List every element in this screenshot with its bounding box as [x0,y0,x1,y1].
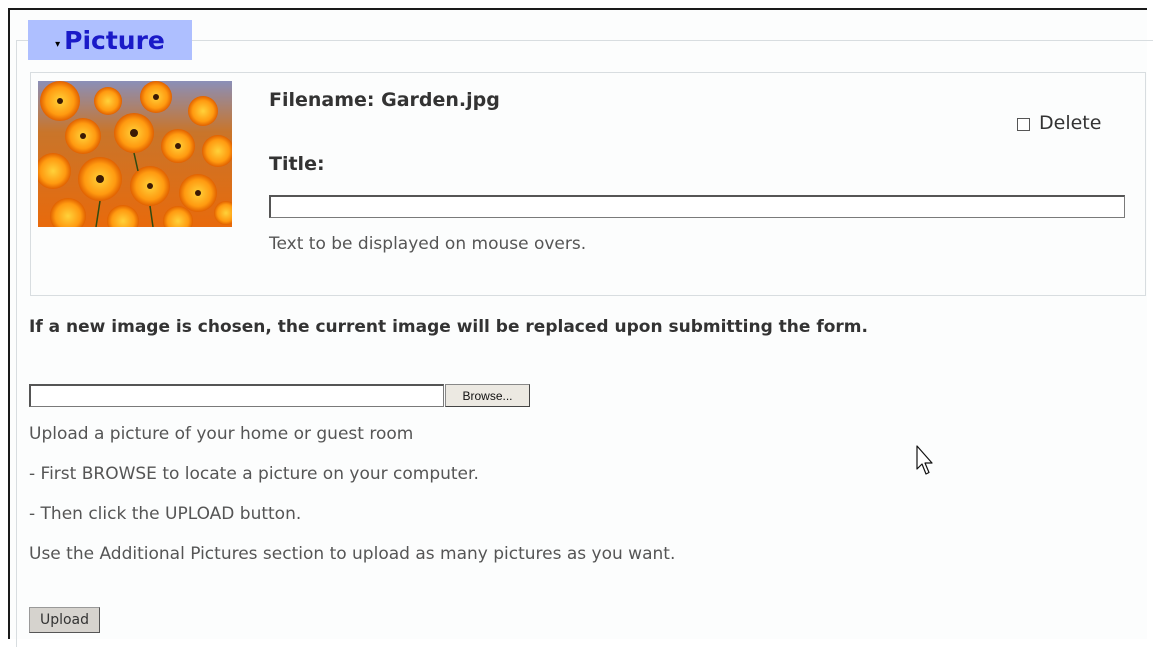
mouse-pointer-icon [916,445,933,475]
delete-label: Delete [1039,112,1102,134]
flower-garden-thumbnail [38,81,232,227]
upload-button[interactable]: Upload [29,607,100,633]
section-title: Picture [64,25,165,55]
picture-thumbnail [38,81,232,227]
checkbox-icon[interactable] [1017,118,1030,131]
instruction-line: Use the Additional Pictures section to u… [29,544,676,564]
replace-note: If a new image is chosen, the current im… [29,317,868,337]
title-input[interactable] [269,195,1125,218]
file-path-input[interactable] [29,384,444,407]
instruction-line: - First BROWSE to locate a picture on yo… [29,464,479,484]
instruction-line: - Then click the UPLOAD button. [29,504,302,524]
collapse-arrow-icon: ▾ [55,38,61,50]
title-hint: Text to be displayed on mouse overs. [269,234,587,254]
delete-checkbox[interactable]: Delete [1017,112,1101,134]
browse-button[interactable]: Browse... [445,384,530,407]
title-label: Title: [269,153,325,175]
instruction-line: Upload a picture of your home or guest r… [29,424,414,444]
filename-label: Filename: Garden.jpg [269,89,500,111]
picture-section-toggle[interactable]: ▾ Picture [28,20,192,60]
